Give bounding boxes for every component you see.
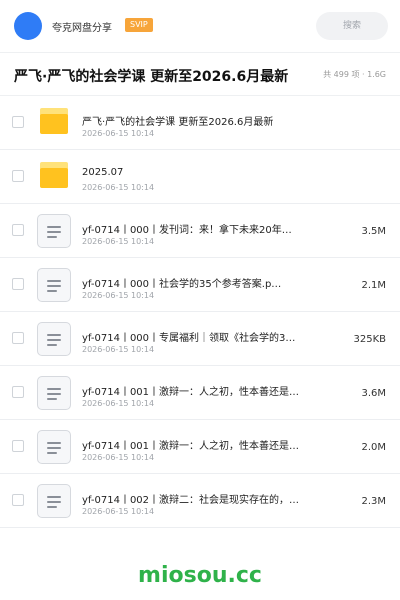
document-icon xyxy=(37,376,71,410)
search-button[interactable]: 搜索 xyxy=(316,12,388,40)
select-checkbox[interactable] xyxy=(12,332,24,344)
file-date: 2026-06-15 10:14 xyxy=(82,453,155,462)
file-name[interactable]: yf-0714丨000丨社会学的35个参考答案.p… xyxy=(82,275,314,290)
file-name[interactable]: yf-0714丨001丨激辩一：人之初，性本善还是… xyxy=(82,383,314,398)
file-size: 3.6M xyxy=(361,388,386,399)
folder-icon xyxy=(40,108,68,134)
file-date: 2026-06-15 10:14 xyxy=(82,183,155,192)
folder-icon xyxy=(40,162,68,188)
file-name[interactable]: 严飞·严飞的社会学课 更新至2026.6月最新 xyxy=(82,113,314,128)
file-size: 2.1M xyxy=(361,280,386,291)
select-checkbox[interactable] xyxy=(12,278,24,290)
list-item[interactable]: 2025.07 2026-06-15 10:14 xyxy=(0,150,400,204)
file-size: 2.3M xyxy=(361,496,386,507)
file-date: 2026-06-15 10:14 xyxy=(82,345,155,354)
sharer-name: 夸克网盘分享 xyxy=(52,23,112,34)
select-checkbox[interactable] xyxy=(12,386,24,398)
document-icon xyxy=(37,214,71,248)
file-size: 3.5M xyxy=(361,226,386,237)
select-checkbox[interactable] xyxy=(12,116,24,128)
list-item[interactable]: yf-0714丨001丨激辩一：人之初，性本善还是… 2026-06-15 10:… xyxy=(0,366,400,420)
share-title-bar: 严飞·严飞的社会学课 更新至2026.6月最新 共 499 项 · 1.6G xyxy=(0,52,400,96)
list-item[interactable]: yf-0714丨001丨激辩一：人之初，性本善还是… 2026-06-15 10:… xyxy=(0,420,400,474)
file-size: 325KB xyxy=(353,334,386,345)
document-icon xyxy=(37,430,71,464)
file-name[interactable]: yf-0714丨000丨发刊词：来！拿下未来20年… xyxy=(82,221,314,236)
file-name[interactable]: yf-0714丨000丨专属福利｜领取《社会学的3… xyxy=(82,329,314,344)
file-date: 2026-06-15 10:14 xyxy=(82,291,155,300)
avatar[interactable] xyxy=(14,12,42,40)
select-checkbox[interactable] xyxy=(12,440,24,452)
select-checkbox[interactable] xyxy=(12,494,24,506)
file-date: 2026-06-15 10:14 xyxy=(82,507,155,516)
file-date: 2026-06-15 10:14 xyxy=(82,129,155,138)
select-checkbox[interactable] xyxy=(12,224,24,236)
select-checkbox[interactable] xyxy=(12,170,24,182)
list-item[interactable]: yf-0714丨000丨社会学的35个参考答案.p… 2026-06-15 10:… xyxy=(0,258,400,312)
file-name[interactable]: yf-0714丨002丨激辩二：社会是现实存在的，… xyxy=(82,491,314,506)
document-icon xyxy=(37,322,71,356)
document-icon xyxy=(37,484,71,518)
search-placeholder: 搜索 xyxy=(342,21,361,31)
svip-badge: SVIP xyxy=(125,18,153,32)
list-item[interactable]: 严飞·严飞的社会学课 更新至2026.6月最新 2026-06-15 10:14 xyxy=(0,96,400,150)
list-item[interactable]: yf-0714丨000丨发刊词：来！拿下未来20年… 2026-06-15 10:… xyxy=(0,204,400,258)
file-name[interactable]: yf-0714丨001丨激辩一：人之初，性本善还是… xyxy=(82,437,314,452)
file-size: 2.0M xyxy=(361,442,386,453)
list-item[interactable]: yf-0714丨000丨专属福利｜领取《社会学的3… 2026-06-15 10:… xyxy=(0,312,400,366)
document-icon xyxy=(37,268,71,302)
file-list: 严飞·严飞的社会学课 更新至2026.6月最新 2026-06-15 10:14 2… xyxy=(0,96,400,528)
file-name[interactable]: 2025.07 xyxy=(82,167,314,178)
file-date: 2026-06-15 10:14 xyxy=(82,399,155,408)
watermark-text: miosou.cc xyxy=(138,563,262,588)
page-title: 严飞·严飞的社会学课 更新至2026.6月最新 xyxy=(14,69,289,85)
file-date: 2026-06-15 10:14 xyxy=(82,237,155,246)
app-header: 夸克网盘分享 SVIP 搜索 xyxy=(0,0,400,52)
list-item[interactable]: yf-0714丨002丨激辩二：社会是现实存在的，… 2026-06-15 10:… xyxy=(0,474,400,528)
share-meta: 共 499 项 · 1.6G xyxy=(323,70,386,79)
